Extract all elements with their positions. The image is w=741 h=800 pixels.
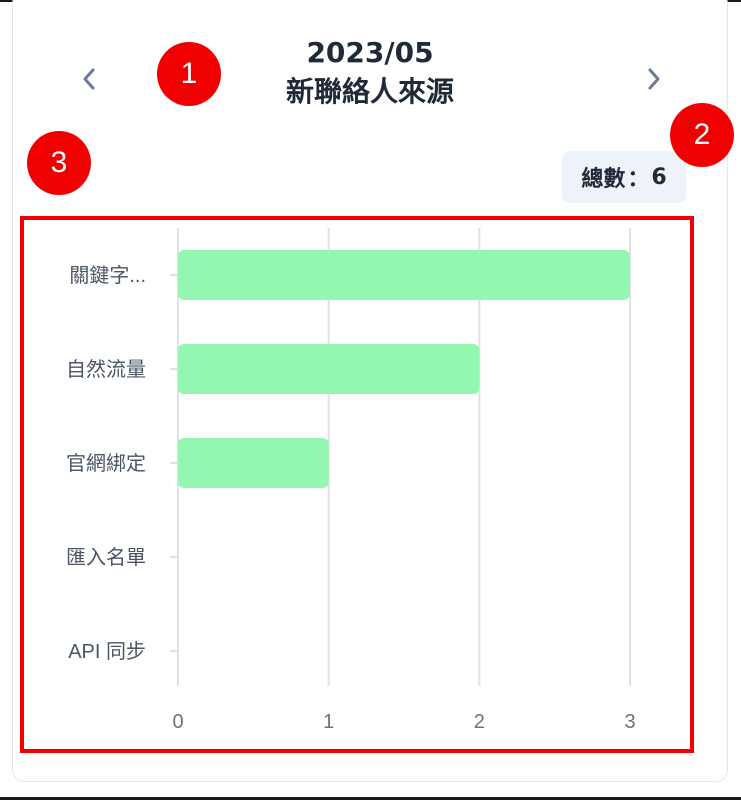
- category-label: API 同步: [68, 640, 146, 663]
- category-label: 匯入名單: [66, 546, 146, 569]
- x-tick-label: 1: [323, 711, 334, 733]
- bar-1: [178, 250, 630, 300]
- total-value: 6: [651, 164, 667, 190]
- annotation-marker-2: 2: [670, 103, 734, 167]
- next-month-button[interactable]: [639, 62, 669, 96]
- annotation-marker-1: 1: [157, 42, 221, 106]
- chevron-right-icon: [648, 68, 660, 90]
- category-label: 官網綁定: [66, 452, 146, 475]
- category-label: 關鍵字...: [69, 264, 146, 287]
- bar-chart: 0 1 2 3 關鍵字... 自然流量官網綁定匯入名單 API 同步: [66, 228, 636, 733]
- total-badge: 總數 ： 6: [562, 151, 686, 203]
- bar-3: [178, 438, 329, 488]
- x-tick-label: 0: [172, 711, 183, 733]
- x-tick-label: 3: [624, 711, 635, 733]
- annotation-marker-3: 3: [27, 131, 91, 195]
- month-label: 2023/05: [306, 36, 434, 69]
- x-tick-label: 2: [474, 711, 485, 733]
- chart-header: 2023/05 新聯絡人來源: [200, 34, 540, 112]
- total-separator: ：: [627, 167, 650, 192]
- category-label: 自然流量: [66, 358, 146, 381]
- chart-title: 新聯絡人來源: [285, 75, 454, 108]
- total-label: 總數: [581, 167, 626, 192]
- chevron-left-icon: [83, 68, 95, 90]
- bar-2: [178, 344, 480, 394]
- prev-month-button[interactable]: [74, 62, 104, 96]
- chart-area: 0 1 2 3 關鍵字... 自然流量官網綁定匯入名單 API 同步: [20, 216, 694, 753]
